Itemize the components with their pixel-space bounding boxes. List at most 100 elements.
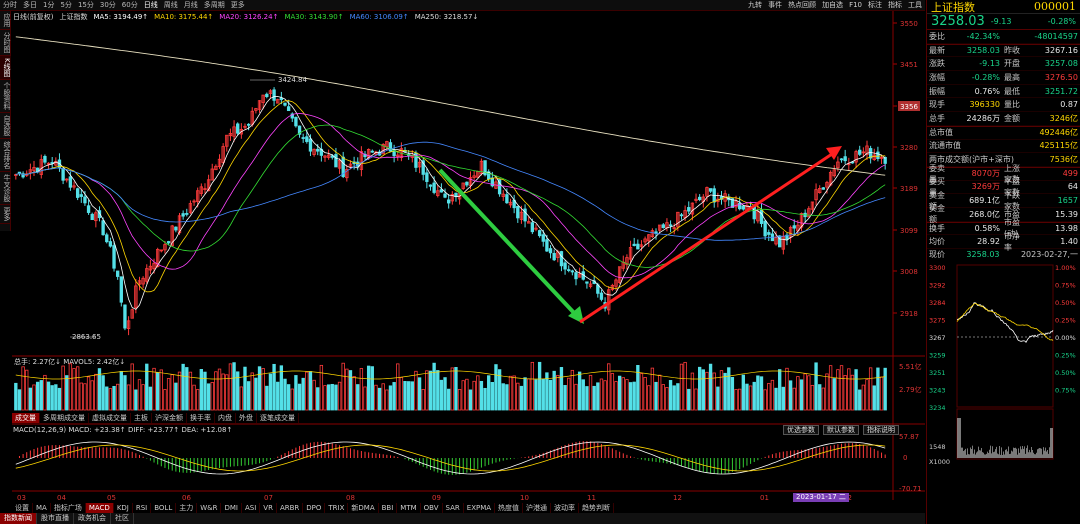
month-label: 04	[57, 494, 66, 502]
volume-bar	[79, 382, 83, 411]
volume-indicator-tab[interactable]: 主板	[131, 413, 152, 423]
quote-value: 15.39	[1055, 209, 1078, 219]
volume-bar	[94, 373, 98, 411]
indicator-tab[interactable]: OBV	[421, 503, 443, 513]
price-axis-label: 2918	[900, 310, 918, 318]
candle-body	[708, 188, 713, 192]
indicator-tab[interactable]: 新DMA	[348, 503, 379, 513]
candle-body	[265, 93, 269, 98]
volume-bar	[417, 377, 422, 411]
indicator-tab[interactable]: 设置	[12, 503, 33, 513]
current-date: 2023-02-27,一	[1020, 250, 1078, 260]
volume-bar	[228, 363, 233, 411]
candle-body	[465, 181, 469, 186]
candle-body	[552, 252, 556, 261]
quote-change: -9.13	[990, 17, 1012, 26]
volume-indicator-tab[interactable]: 沪深金额	[152, 413, 187, 423]
macd-help-button[interactable]: 指标说明	[863, 425, 899, 435]
indicator-tab[interactable]: ASI	[242, 503, 261, 513]
volume-indicator-tab[interactable]: 成交量	[12, 413, 40, 423]
price-axis-label: 3356	[900, 103, 918, 111]
mini-axis-left: 3259	[929, 351, 946, 359]
indicator-tab[interactable]: MACD	[85, 503, 114, 513]
quote-value: 3267.16	[1044, 46, 1078, 56]
bottom-tab[interactable]: 股市直播	[37, 513, 74, 524]
volume-bar	[14, 382, 18, 411]
volume-indicator-tab[interactable]: 内盘	[215, 413, 236, 423]
candlestick-chart[interactable]: 3550 3451 3356 3280 3189 3099 3008 2918 3424.84 2…	[0, 0, 925, 524]
volume-bar	[836, 369, 840, 411]
volume-bar	[177, 371, 182, 411]
bottom-tab[interactable]: 社区	[111, 513, 134, 524]
indicator-tab[interactable]: 趋势判断	[579, 503, 615, 513]
indicator-tab[interactable]: MTM	[397, 503, 421, 513]
bottom-tab[interactable]: 政务机会	[74, 513, 111, 524]
indicator-tab[interactable]: SAR	[443, 503, 464, 513]
downtrend-arrow	[438, 168, 578, 317]
indicator-tab[interactable]: MA	[33, 503, 51, 513]
volume-bar	[32, 384, 36, 411]
volume-indicator-tab[interactable]: 虚拟成交量	[89, 413, 131, 423]
indicator-tab[interactable]: 波动率	[551, 503, 580, 513]
quote-name: 上证指数	[931, 0, 975, 14]
indicator-tab[interactable]: BBI	[379, 503, 398, 513]
indicator-tab[interactable]: DMI	[221, 503, 242, 513]
quote-value: 7536亿	[1049, 155, 1078, 165]
macd-default-params-button[interactable]: 默认参数	[823, 425, 859, 435]
quote-row: 涨跌 -9.13 开盘 3257.08	[927, 57, 1080, 72]
volume-indicator-tab[interactable]: 外盘	[236, 413, 257, 423]
indicator-tab[interactable]: RSI	[133, 503, 152, 513]
mini-axis-right: 0.75%	[1055, 386, 1076, 394]
indicator-tab[interactable]: EXPMA	[464, 503, 496, 513]
volume-bar	[763, 389, 767, 411]
volume-bar	[585, 386, 589, 411]
indicator-tab[interactable]: 沪港通	[523, 503, 552, 513]
candle-body	[181, 213, 185, 217]
indicator-tab[interactable]: TRIX	[325, 503, 349, 513]
mini-frame	[956, 264, 1054, 408]
candle-body	[570, 270, 575, 273]
mini-axis-left: 3243	[929, 386, 946, 394]
mini-axis-right: 0.50%	[1055, 299, 1076, 307]
volume-bar	[879, 376, 884, 411]
indicator-tab[interactable]: VR	[260, 503, 277, 513]
month-label: 05	[107, 494, 116, 502]
indicator-tab[interactable]: DPO	[303, 503, 326, 513]
volume-bar	[403, 381, 407, 411]
macd-info: MACD(12,26,9) MACD: +23.38↑ DIFF: +23.77…	[13, 426, 233, 434]
volume-bar	[137, 379, 142, 411]
candle-body	[305, 136, 309, 142]
volume-bar	[457, 389, 462, 411]
volume-bar	[286, 384, 291, 411]
indicator-tabs: 设置 MA 指标广场 MACD KDJ RSI BOLL 主力 W&R DMI ASI VR ARBR D…	[12, 503, 615, 513]
macd-optimal-params-button[interactable]: 优选参数	[783, 425, 819, 435]
volume-bar	[694, 388, 698, 411]
intraday-mini-chart[interactable]: 3300 3292 3284 3275 3267 3259 3251 3243 3234 1.00…	[927, 261, 1080, 466]
volume-bar	[221, 373, 225, 411]
mini-axis-right: 0.00%	[1055, 334, 1076, 342]
volume-bar	[68, 363, 73, 411]
indicator-tab[interactable]: BOLL	[151, 503, 177, 513]
volume-bar	[396, 363, 400, 411]
volume-bar	[356, 384, 360, 411]
quote-label: 金额	[1004, 113, 1020, 123]
indicator-tab[interactable]: KDJ	[114, 503, 133, 513]
quote-value: 3246亿	[1049, 113, 1078, 123]
volume-bar	[607, 363, 611, 411]
indicator-tab[interactable]: 主力	[176, 503, 198, 513]
quote-change-pct: -0.28%	[1047, 17, 1076, 26]
volume-bar	[748, 385, 753, 411]
indicator-tab[interactable]: ARBR	[277, 503, 304, 513]
volume-indicator-tab[interactable]: 逐笔成交量	[257, 413, 299, 423]
indicator-tab[interactable]: 热度值	[495, 503, 524, 513]
candle-body	[308, 138, 313, 152]
volume-bar	[603, 380, 607, 411]
volume-indicator-tab[interactable]: 多周期成交量	[40, 413, 89, 423]
bottom-tab[interactable]: 指数新闻	[0, 513, 37, 524]
candle-body	[599, 292, 604, 300]
indicator-tab[interactable]: 指标广场	[51, 503, 86, 513]
indicator-tab[interactable]: W&R	[197, 503, 222, 513]
volume-bar	[428, 370, 433, 411]
volume-indicator-tab[interactable]: 换手率	[187, 413, 215, 423]
macd-axis-label: 57.87	[899, 433, 919, 441]
